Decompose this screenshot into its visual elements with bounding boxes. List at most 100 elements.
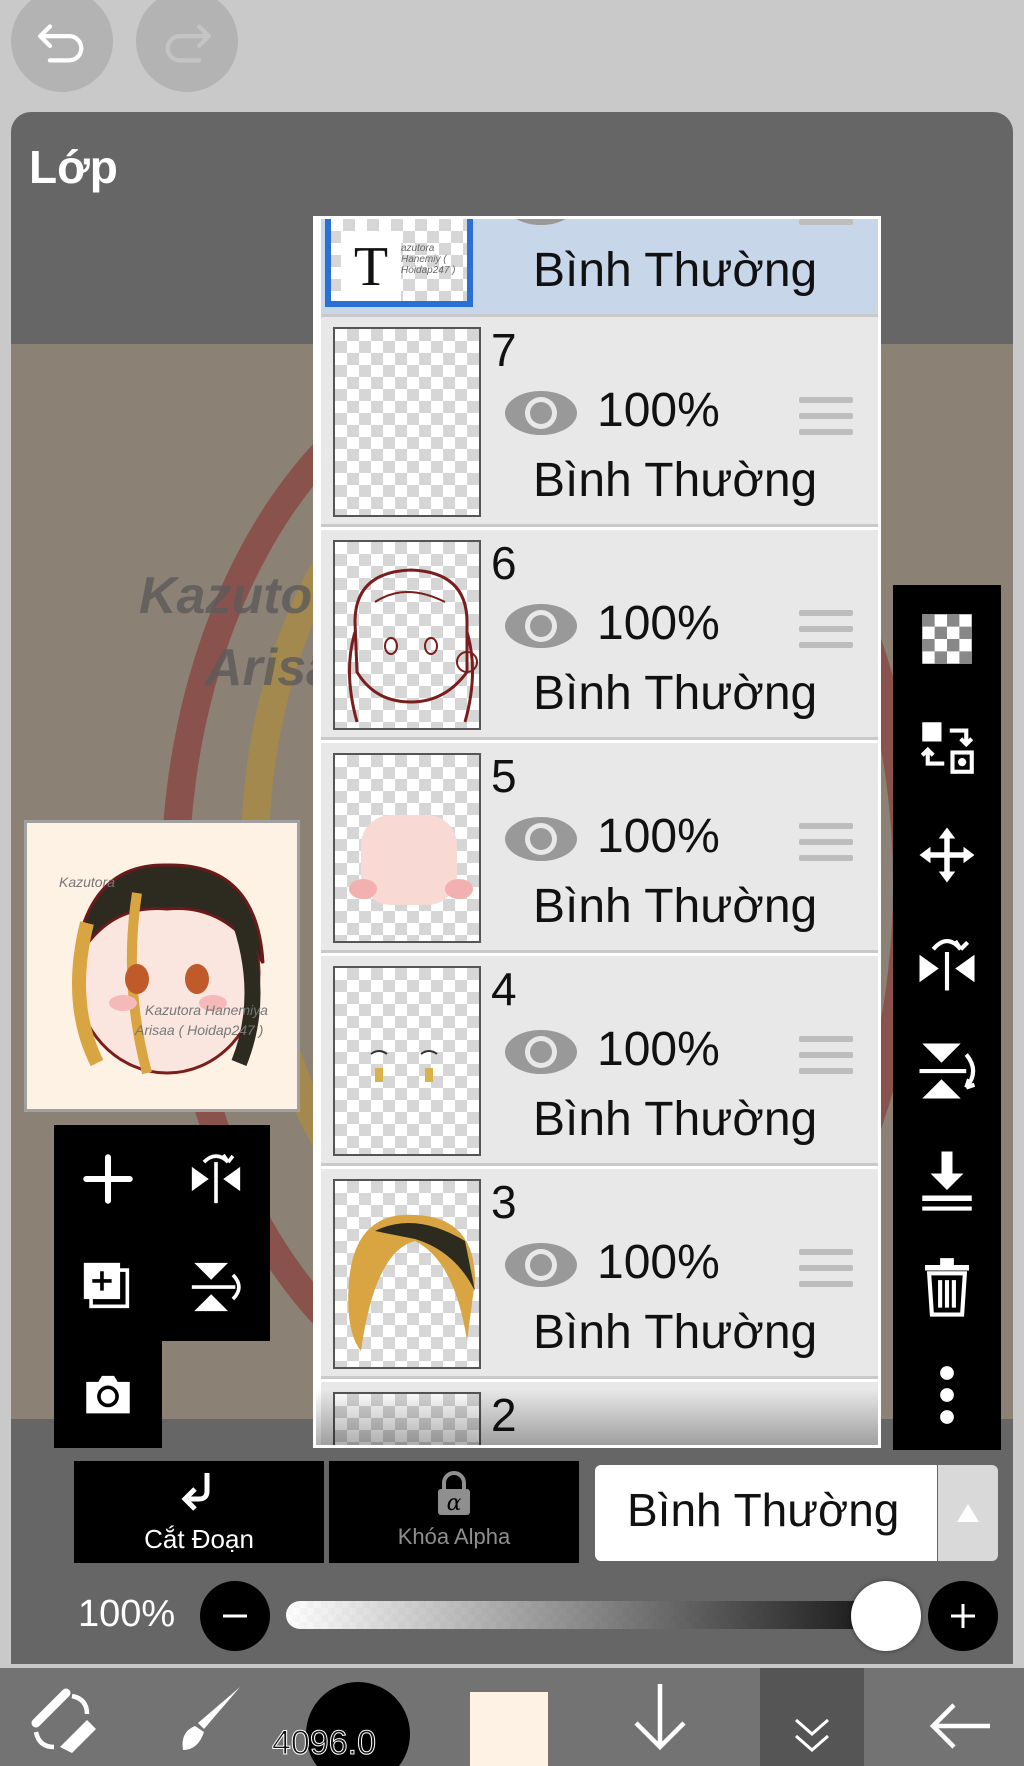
skin-preview-image — [349, 815, 473, 905]
move-icon — [919, 827, 975, 883]
layer-number: 3 — [491, 1176, 517, 1228]
right-tool-group — [893, 585, 1001, 1450]
layer-row-4[interactable]: 4 100% Bình Thường — [321, 956, 878, 1166]
collapse-icon — [795, 1718, 829, 1752]
layer-blend-mode: Bình Thường — [533, 1093, 818, 1146]
color-swatch[interactable] — [470, 1692, 548, 1766]
add-layer-button[interactable] — [54, 1125, 162, 1233]
visibility-icon[interactable] — [503, 1024, 579, 1080]
opacity-slider[interactable] — [286, 1601, 886, 1629]
panel-title: Lớp — [29, 141, 118, 193]
rotate-flip-button[interactable] — [893, 1017, 1001, 1125]
thumb-caption-top: Kazutora — [59, 874, 115, 890]
duplicate-layer-button[interactable] — [54, 1233, 162, 1341]
flip-vertical-icon — [191, 1262, 241, 1312]
drag-handle-icon[interactable] — [799, 219, 853, 231]
clipping-button[interactable]: Cắt Đoạn — [74, 1461, 324, 1563]
layer-row-3[interactable]: 3 100% Bình Thường — [321, 1169, 878, 1379]
swap-tool-icon — [31, 1688, 96, 1753]
lineart-preview-image — [348, 568, 478, 723]
blend-mode-dropdown-button[interactable] — [938, 1465, 998, 1561]
layer-blend-mode: Bình Thường — [533, 454, 818, 507]
layer-thumbnail — [333, 1179, 481, 1369]
visibility-icon[interactable] — [503, 598, 579, 654]
layer-thumbnail — [333, 540, 481, 730]
alpha-lock-label: Khóa Alpha — [397, 1524, 511, 1549]
transparency-icon — [922, 614, 972, 664]
move-button[interactable] — [893, 801, 1001, 909]
undo-icon — [38, 24, 84, 63]
minus-icon — [223, 1614, 247, 1618]
drag-handle-icon[interactable] — [799, 1249, 853, 1293]
visibility-icon[interactable] — [503, 216, 579, 231]
blend-mode-select[interactable]: Bình Thường — [595, 1465, 937, 1561]
layer-row-6[interactable]: 6 100% Bình Thường — [321, 530, 878, 740]
transform-swap-icon — [920, 722, 974, 774]
transform-swap-button[interactable] — [893, 693, 1001, 801]
layer-blend-mode: Bình Thường — [533, 1306, 818, 1359]
canvas-thumbnail[interactable]: Kazutora Kazutora Hanemiya Arisaa ( Hoid… — [24, 820, 300, 1112]
move-down-button[interactable] — [620, 1668, 700, 1766]
opacity-label: 100% — [78, 1593, 176, 1635]
flip-horizontal-icon — [191, 1153, 241, 1204]
clipping-label: Cắt Đoạn — [144, 1524, 254, 1554]
flip-horizontal-button[interactable] — [162, 1125, 270, 1233]
visibility-icon[interactable] — [503, 385, 579, 441]
layer-blend-mode: Bình Thường — [533, 244, 818, 297]
redo-button[interactable] — [136, 0, 238, 92]
flip-vertical-button[interactable] — [162, 1233, 270, 1341]
plus-icon — [951, 1604, 975, 1628]
layer-row-7[interactable]: 7 100% Bình Thường — [321, 317, 878, 527]
alpha-lock-button[interactable]: α Khóa Alpha — [329, 1461, 579, 1563]
list-fade — [316, 1389, 878, 1445]
clipping-icon — [181, 1473, 210, 1511]
visibility-icon[interactable] — [503, 1237, 579, 1293]
hair-preview-image — [348, 1214, 475, 1351]
rotate-flip-icon — [919, 1043, 976, 1099]
layer-opacity: 100% — [597, 384, 720, 437]
brush-size-label: 4096.0 — [272, 1724, 377, 1763]
opacity-slider-knob[interactable] — [851, 1581, 921, 1651]
opacity-decrease-button[interactable] — [200, 1581, 270, 1651]
layer-number: 6 — [491, 537, 517, 589]
drag-handle-icon[interactable] — [799, 397, 853, 441]
bottom-toolbar: 4096.0 — [0, 1668, 1024, 1766]
left-tool-group-2 — [54, 1340, 162, 1448]
opacity-row: 100% — [0, 1577, 1024, 1657]
character-preview-image: Kazutora Kazutora Hanemiya Arisaa ( Hoid… — [59, 863, 268, 1075]
delete-layer-button[interactable] — [893, 1233, 1001, 1341]
more-icon — [940, 1366, 954, 1424]
back-button[interactable] — [910, 1668, 1010, 1766]
layer-thumbnail — [333, 966, 481, 1156]
layer-list[interactable]: T azutora Hanemiy ( Hoidap247 ) 100% Bìn… — [313, 216, 881, 1448]
thumb-caption-bottom-2: Arisaa ( Hoidap247 ) — [134, 1022, 263, 1038]
opacity-increase-button[interactable] — [928, 1581, 998, 1651]
visibility-icon[interactable] — [503, 811, 579, 867]
swap-tool-button[interactable] — [18, 1668, 108, 1766]
layer-row-selected[interactable]: T azutora Hanemiy ( Hoidap247 ) 100% Bìn… — [321, 216, 878, 317]
layer-row-5[interactable]: 5 100% Bình Thường — [321, 743, 878, 953]
brush-tool-button[interactable] — [160, 1668, 260, 1766]
svg-text:α: α — [447, 1491, 462, 1516]
add-layer-icon — [83, 1154, 133, 1204]
more-options-button[interactable] — [893, 1341, 1001, 1449]
redo-icon — [165, 24, 211, 63]
layer-opacity: 100% — [597, 1236, 720, 1289]
transparency-button[interactable] — [893, 585, 1001, 693]
drag-handle-icon[interactable] — [799, 610, 853, 654]
layer-number: 5 — [491, 750, 517, 802]
merge-down-button[interactable] — [893, 1125, 1001, 1233]
drag-handle-icon[interactable] — [799, 823, 853, 867]
text-layer-caption: azutora Hanemiy ( Hoidap247 ) — [401, 243, 456, 276]
layer-number: 7 — [491, 324, 517, 376]
layers-toggle-button[interactable] — [760, 1668, 864, 1766]
eyes-preview-image — [370, 1050, 438, 1082]
undo-button[interactable] — [11, 0, 113, 92]
merge-down-icon — [922, 1151, 972, 1211]
layer-thumbnail: T azutora Hanemiy ( Hoidap247 ) — [325, 219, 473, 307]
down-arrow-icon — [634, 1684, 686, 1751]
mirror-button[interactable] — [893, 909, 1001, 1017]
drag-handle-icon[interactable] — [799, 1036, 853, 1080]
camera-button[interactable] — [54, 1340, 162, 1448]
alpha-lock-icon: α — [438, 1471, 470, 1516]
